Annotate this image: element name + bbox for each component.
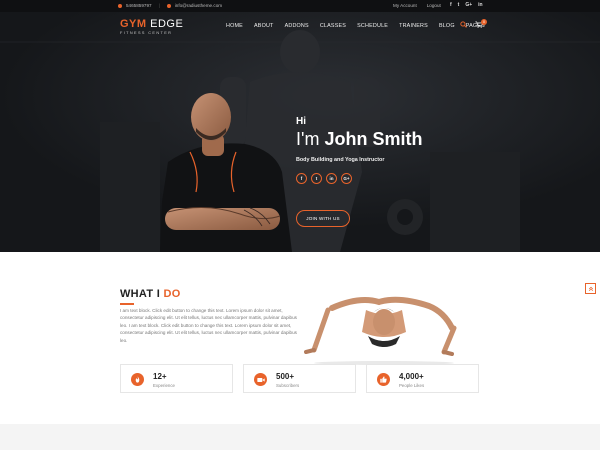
hero-social-links: f t in G+ xyxy=(296,173,422,184)
main-navbar: GYM EDGE FITNESS CENTER HOME ABOUT ADDON… xyxy=(0,12,600,42)
stat-value: 12+ xyxy=(153,372,167,381)
twitter-icon[interactable]: t xyxy=(458,2,460,8)
phone-icon xyxy=(118,3,122,8)
twitter-icon[interactable]: t xyxy=(311,173,322,184)
section-title-accent: DO xyxy=(163,288,181,300)
nav-about[interactable]: ABOUT xyxy=(254,23,274,29)
my-account-link[interactable]: My Account xyxy=(393,3,417,8)
stat-value: 4,000+ xyxy=(399,372,424,381)
account-links: My Account Logout xyxy=(393,3,441,8)
search-icon[interactable] xyxy=(460,21,467,28)
section-title-main: WHAT I xyxy=(120,288,161,300)
hero-greeting: Hi xyxy=(296,116,306,127)
logo-tagline: FITNESS CENTER xyxy=(120,31,173,35)
hero-name-prefix: I'm xyxy=(296,129,320,149)
stat-label: People Likes xyxy=(399,383,425,388)
pushup-photo xyxy=(304,296,457,365)
nav-blog[interactable]: BLOG xyxy=(439,23,455,29)
facebook-icon[interactable]: f xyxy=(450,2,452,8)
scroll-to-top-button[interactable] xyxy=(585,283,596,294)
nav-addons[interactable]: ADDONS xyxy=(285,23,309,29)
hero-section: GYM EDGE FITNESS CENTER HOME ABOUT ADDON… xyxy=(0,12,600,252)
stat-card-subscribers: 500+ Subscribers xyxy=(243,364,356,393)
top-social-links: f t G+ in xyxy=(450,2,483,8)
google-plus-icon[interactable]: G+ xyxy=(465,2,472,8)
nav-schedule[interactable]: SCHEDULE xyxy=(357,23,388,29)
nav-home[interactable]: HOME xyxy=(226,23,243,29)
linkedin-icon[interactable]: in xyxy=(478,2,482,8)
what-i-do-section: WHAT I DO I am text block. Click edit bu… xyxy=(0,252,600,424)
section-paragraph: I am text block. Click edit button to ch… xyxy=(120,308,297,343)
chevron-up-icon xyxy=(588,286,593,291)
logout-link[interactable]: Logout xyxy=(427,3,441,8)
next-section-strip xyxy=(0,424,600,450)
cart-count-badge: 0 xyxy=(481,19,487,25)
email-address[interactable]: info@radiustheme.com xyxy=(175,3,222,8)
hero-name-main: John Smith xyxy=(324,129,423,149)
hero-role: Body Building and Yoga Instructor xyxy=(296,157,385,163)
stat-card-experience: 12+ Experience xyxy=(120,364,233,393)
logo-text-gym: GYM xyxy=(120,18,147,30)
title-underline xyxy=(120,303,134,305)
main-menu: HOME ABOUT ADDONS CLASSES SCHEDULE TRAIN… xyxy=(226,23,485,29)
google-plus-icon[interactable]: G+ xyxy=(341,173,352,184)
logo-text-edge: EDGE xyxy=(150,18,184,30)
nav-icons xyxy=(460,21,483,28)
site-logo[interactable]: GYM EDGE FITNESS CENTER xyxy=(120,18,183,35)
linkedin-icon[interactable]: in xyxy=(326,173,337,184)
video-icon xyxy=(254,373,267,386)
hero-text: Hi I'm John Smith Body Building and Yoga… xyxy=(296,116,422,184)
contact-info: 5465859797 | info@radiustheme.com xyxy=(118,3,222,8)
join-with-us-button[interactable]: JOIN WITH US xyxy=(296,210,350,227)
nav-classes[interactable]: CLASSES xyxy=(320,23,346,29)
stat-card-people-likes: 4,000+ People Likes xyxy=(366,364,479,393)
fire-icon xyxy=(131,373,144,386)
thumbs-up-icon xyxy=(377,373,390,386)
facebook-icon[interactable]: f xyxy=(296,173,307,184)
section-title: WHAT I DO xyxy=(120,288,181,300)
hero-name: I'm John Smith xyxy=(296,129,422,150)
top-bar: 5465859797 | info@radiustheme.com My Acc… xyxy=(0,0,600,12)
stat-value: 500+ xyxy=(276,372,295,381)
stat-label: Subscribers xyxy=(276,383,300,388)
nav-trainers[interactable]: TRAINERS xyxy=(399,23,428,29)
mail-icon xyxy=(166,3,171,8)
phone-number: 5465859797 xyxy=(126,3,152,8)
stat-label: Experience xyxy=(153,383,175,388)
